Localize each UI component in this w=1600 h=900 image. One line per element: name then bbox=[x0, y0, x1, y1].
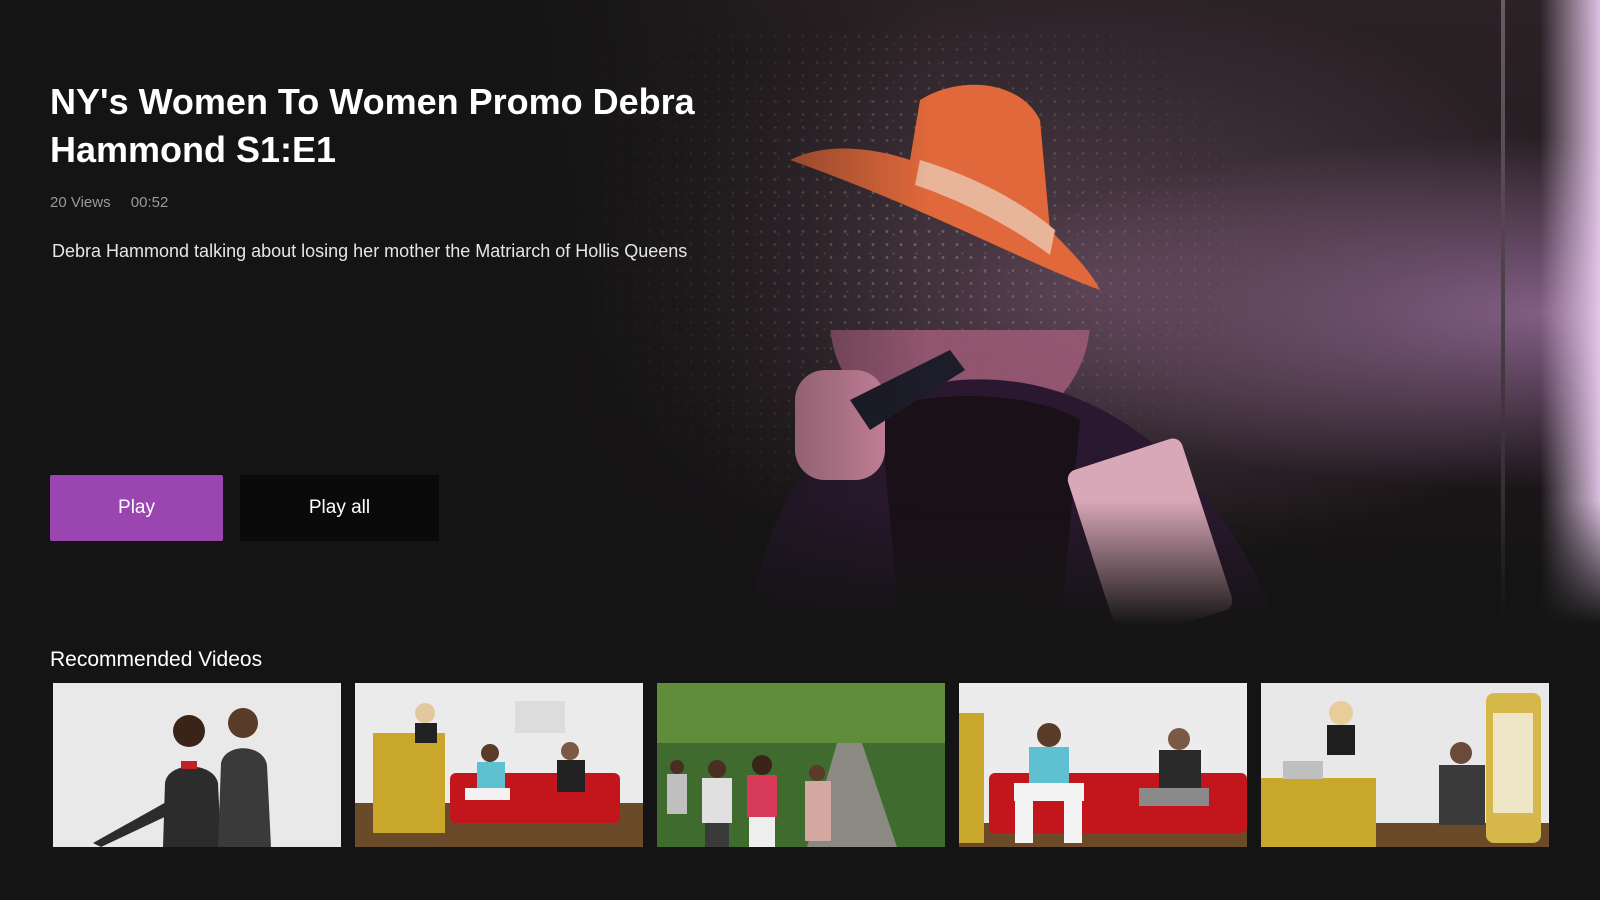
hero-light-edge bbox=[1540, 0, 1600, 625]
play-all-button[interactable]: Play all bbox=[240, 475, 439, 541]
thumb-garden-walk-image bbox=[657, 683, 945, 847]
hero-performer-body bbox=[750, 330, 1279, 625]
recommended-heading: Recommended Videos bbox=[50, 648, 263, 671]
views-count: 20 Views bbox=[50, 194, 111, 211]
video-meta: 20 Views 00:52 bbox=[50, 194, 168, 211]
video-duration: 00:52 bbox=[130, 194, 169, 211]
recommended-thumb-4[interactable] bbox=[959, 683, 1247, 847]
thumb-host-gold-table-image bbox=[1261, 683, 1549, 847]
recommended-thumb-2[interactable] bbox=[355, 683, 643, 847]
recommended-thumb-5[interactable] bbox=[1261, 683, 1549, 847]
recommended-row bbox=[53, 683, 1553, 847]
video-description: Debra Hammond talking about losing her m… bbox=[52, 241, 688, 261]
thumb-panel-couch-image bbox=[355, 683, 643, 847]
hero-stand-pole bbox=[1501, 0, 1505, 625]
recommended-thumb-1[interactable] bbox=[53, 683, 341, 847]
play-button[interactable]: Play bbox=[50, 475, 223, 541]
thumb-two-men-couch-image bbox=[959, 683, 1247, 847]
recommended-thumb-3[interactable] bbox=[657, 683, 945, 847]
video-title: NY's Women To Women Promo Debra Hammond … bbox=[50, 81, 695, 170]
hero-hat-shape bbox=[790, 84, 1100, 290]
thumb-two-women-image bbox=[53, 683, 341, 847]
